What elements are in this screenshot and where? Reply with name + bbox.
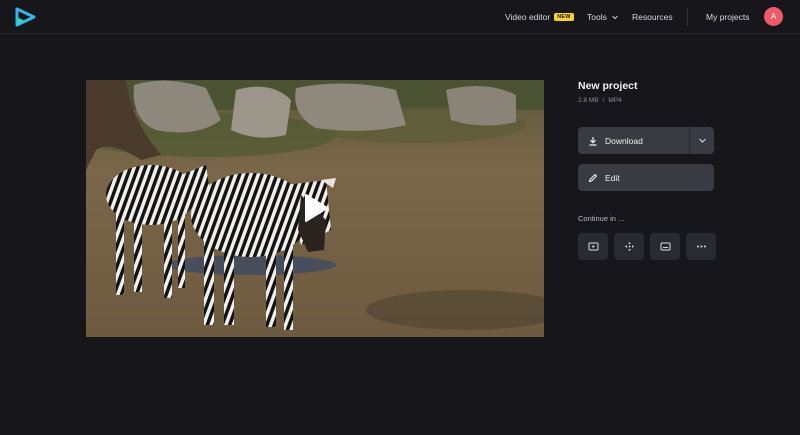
nav-resources[interactable]: Resources: [632, 0, 673, 34]
nav-my-projects[interactable]: My projects: [706, 0, 749, 34]
download-options-button[interactable]: [690, 127, 714, 154]
chevron-down-icon: [611, 15, 618, 20]
file-size: 2.8 MB: [578, 97, 599, 104]
nav-tools-label: Tools: [587, 12, 607, 22]
top-bar: Video editor NEW Tools Resources My proj…: [0, 0, 800, 34]
video-player-icon: [588, 242, 598, 251]
file-format: MP4: [608, 97, 622, 104]
nav-video-editor-label: Video editor: [505, 12, 551, 22]
continue-subtitles-button[interactable]: [650, 233, 680, 260]
chevron-down-icon: [698, 138, 706, 143]
nav-video-editor[interactable]: Video editor NEW: [505, 0, 574, 34]
download-icon: [589, 136, 597, 146]
play-icon[interactable]: [303, 193, 329, 223]
avatar-initial: A: [770, 12, 777, 21]
nav-my-projects-label: My projects: [706, 12, 750, 22]
pencil-icon: [588, 173, 598, 182]
project-meta: 2.8 MB / MP4: [578, 97, 714, 104]
video-preview[interactable]: [86, 80, 544, 337]
meta-separator: /: [602, 97, 605, 104]
continue-video-player-button[interactable]: [578, 233, 608, 260]
project-panel: New project 2.8 MB / MP4 Download Edit C…: [578, 80, 716, 260]
move-arrows-icon: [624, 242, 634, 251]
continue-more-button[interactable]: [686, 233, 716, 260]
download-button[interactable]: Download: [578, 127, 689, 154]
more-dots-icon: [696, 245, 706, 248]
nav-divider: [687, 8, 688, 26]
continue-in-label: Continue in ...: [578, 214, 625, 223]
edit-label: Edit: [605, 172, 620, 183]
play-logo-icon[interactable]: [14, 7, 36, 27]
project-title: New project: [578, 80, 638, 92]
new-badge: NEW: [554, 13, 574, 21]
continue-tools: [578, 233, 716, 260]
download-button-group: Download: [578, 127, 714, 154]
nav-tools[interactable]: Tools: [587, 0, 619, 34]
avatar[interactable]: A: [764, 7, 783, 26]
subtitles-icon: [660, 242, 670, 251]
continue-move-button[interactable]: [614, 233, 644, 260]
edit-button[interactable]: Edit: [578, 164, 714, 191]
nav-resources-label: Resources: [632, 12, 673, 22]
download-label: Download: [605, 135, 643, 146]
